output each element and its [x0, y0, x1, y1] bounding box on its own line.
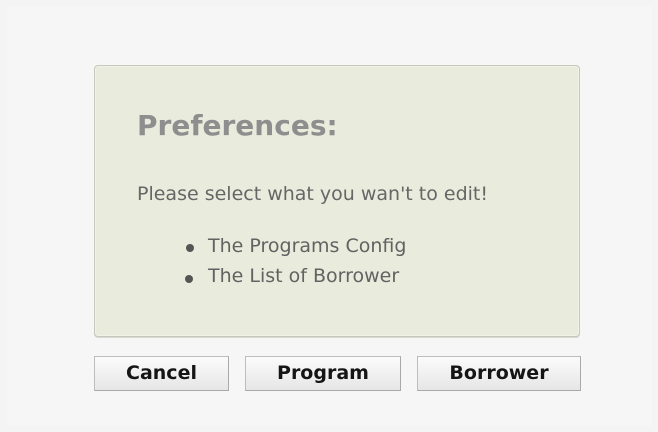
program-button[interactable]: Program [245, 356, 401, 391]
bullet-icon [186, 244, 194, 252]
instruction-message: Please select what you wan't to edit! [137, 183, 488, 205]
preferences-options-list: The Programs Config The List of Borrower [157, 235, 406, 295]
cancel-button[interactable]: Cancel [94, 356, 229, 391]
borrower-button[interactable]: Borrower [417, 356, 581, 391]
option-label: The List of Borrower [208, 265, 400, 287]
option-label: The Programs Config [208, 235, 407, 257]
page-title: Preferences: [137, 109, 338, 142]
option-borrower-list[interactable]: The List of Borrower [157, 265, 406, 295]
preferences-panel: Preferences: Please select what you wan'… [94, 65, 580, 337]
option-programs-config[interactable]: The Programs Config [157, 235, 406, 265]
bullet-icon [185, 275, 193, 283]
